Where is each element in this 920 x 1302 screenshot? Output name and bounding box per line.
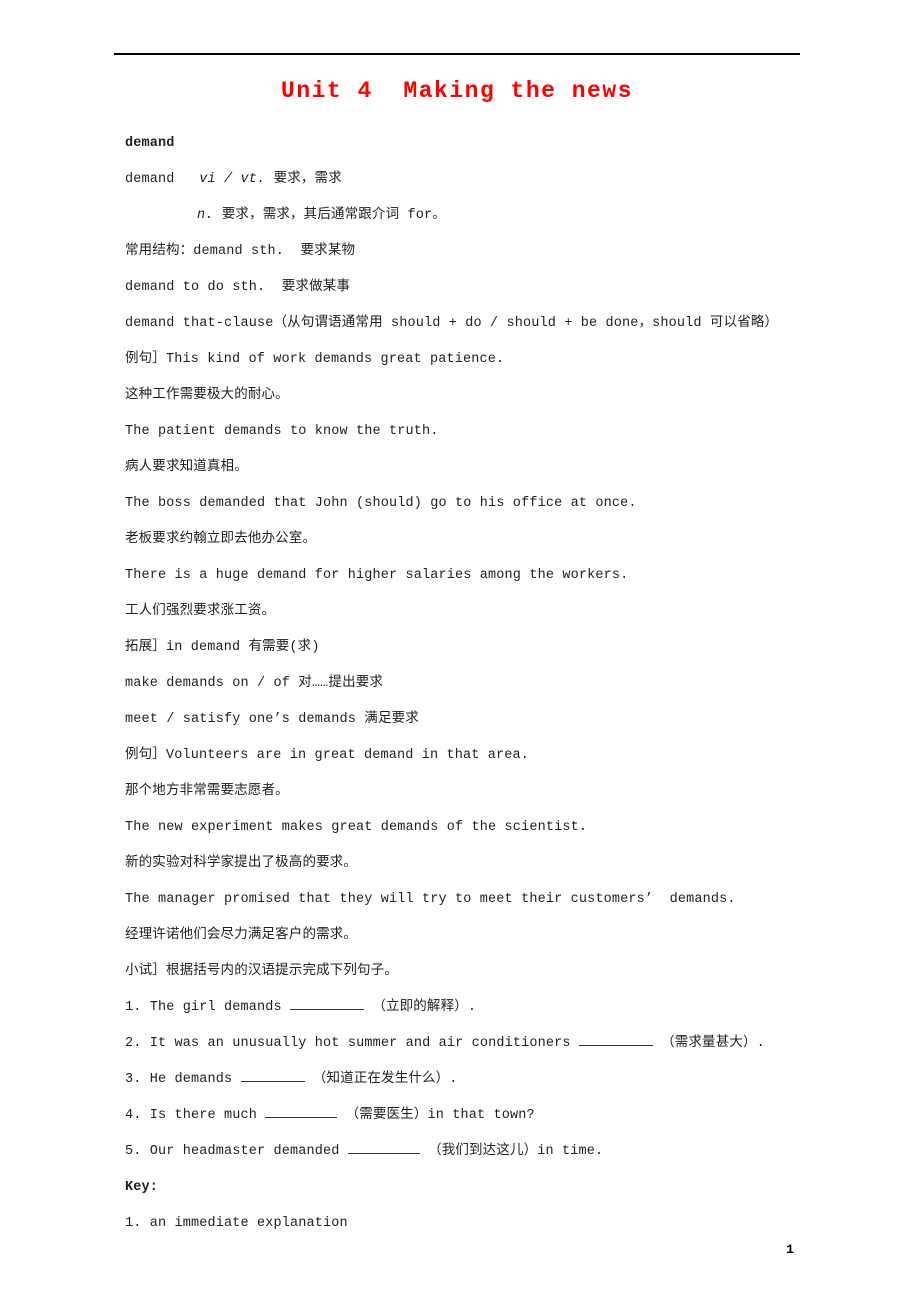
question-text-after: （立即的解释）. [364,1000,477,1015]
exercise-question: 4. Is there much （需要医生）in that town? [125,1098,815,1134]
document-page: Unit 4 Making the news demand demand vi … [0,0,920,1302]
question-number: 3. [125,1072,142,1087]
structures-label: 常用结构：demand sth. 要求某物 [125,244,356,259]
exercise-question: 1. The girl demands （立即的解释）. [125,990,815,1026]
question-text-before: It was an unusually hot summer and air c… [149,1036,579,1051]
extension-item: meet / satisfy one’s demands 满足要求 [125,712,419,727]
key-heading: Key: [125,1180,159,1195]
exercise-question: 2. It was an unusually hot summer and ai… [125,1026,815,1062]
example-line: There is a huge demand for higher salari… [125,568,629,583]
example-line: 经理许诺他们会尽力满足客户的需求。 [125,928,358,943]
page-title: Unit 4 Making the news [281,78,633,104]
answer-blank[interactable] [578,1032,653,1046]
entry-line-noun: n. 要求，需求，其后通常跟介词 for。 [125,198,815,234]
exercise-instruction: 小试］根据括号内的汉语提示完成下列句子。 [125,964,398,979]
example-line: 那个地方非常需要志愿者。 [125,784,289,799]
example-line: 工人们强烈要求涨工资。 [125,604,276,619]
structure-item: demand that-clause（从句谓语通常用 should + do /… [125,316,779,331]
question-text-before: Is there much [149,1108,266,1123]
question-number: 1. [125,1000,142,1015]
entry-word: demand [125,172,175,187]
entry-gloss-verb: 要求，需求 [273,172,342,187]
question-number: 4. [125,1108,142,1123]
example-line: 这种工作需要极大的耐心。 [125,388,289,403]
question-text-before: The girl demands [149,1000,291,1015]
entry-gloss-noun: 要求，需求，其后通常跟介词 for。 [221,208,446,223]
document-body: demand demand vi / vt. 要求，需求 n. 要求，需求，其后… [125,126,815,1242]
entry-line-verb: demand vi / vt. 要求，需求 [125,162,815,198]
headword: demand [125,136,175,151]
example-line: The new experiment makes great demands o… [125,820,588,835]
example-line: 例句］Volunteers are in great demand in tha… [125,748,530,763]
answer-blank[interactable] [290,996,365,1010]
question-number: 2. [125,1036,142,1051]
extension-label: 拓展］in demand 有需要(求) [125,640,320,655]
example-line: The boss demanded that John (should) go … [125,496,637,511]
exercise-question: 5. Our headmaster demanded （我们到达这儿）in ti… [125,1134,815,1170]
example-line: The manager promised that they will try … [125,892,736,907]
key-answer: 1. an immediate explanation [125,1216,348,1231]
question-text-after: （需求量甚大）. [652,1036,765,1051]
answer-blank[interactable] [265,1104,338,1118]
answer-blank[interactable] [347,1140,420,1154]
question-text-after: （知道正在发生什么）. [304,1072,458,1087]
question-number: 5. [125,1144,142,1159]
question-text-before: Our headmaster demanded [149,1144,348,1159]
question-text-before: He demands [149,1072,241,1087]
extension-item: make demands on / of 对……提出要求 [125,676,384,691]
example-line: 例句］This kind of work demands great patie… [125,352,505,367]
example-line: 新的实验对科学家提出了极高的要求。 [125,856,358,871]
answer-blank[interactable] [240,1068,305,1082]
entry-pos-noun: n. [197,208,214,223]
exercise-question: 3. He demands （知道正在发生什么）. [125,1062,815,1098]
question-text-after: （我们到达这儿）in time. [419,1144,604,1159]
header-rule [114,53,800,55]
example-line: 病人要求知道真相。 [125,460,248,475]
question-text-after: （需要医生）in that town? [337,1108,535,1123]
entry-pos-verb: vi / vt. [199,172,266,187]
page-number: 1 [786,1242,794,1257]
example-line: 老板要求约翰立即去他办公室。 [125,532,317,547]
structure-item: demand to do sth. 要求做某事 [125,280,351,295]
example-line: The patient demands to know the truth. [125,424,439,439]
